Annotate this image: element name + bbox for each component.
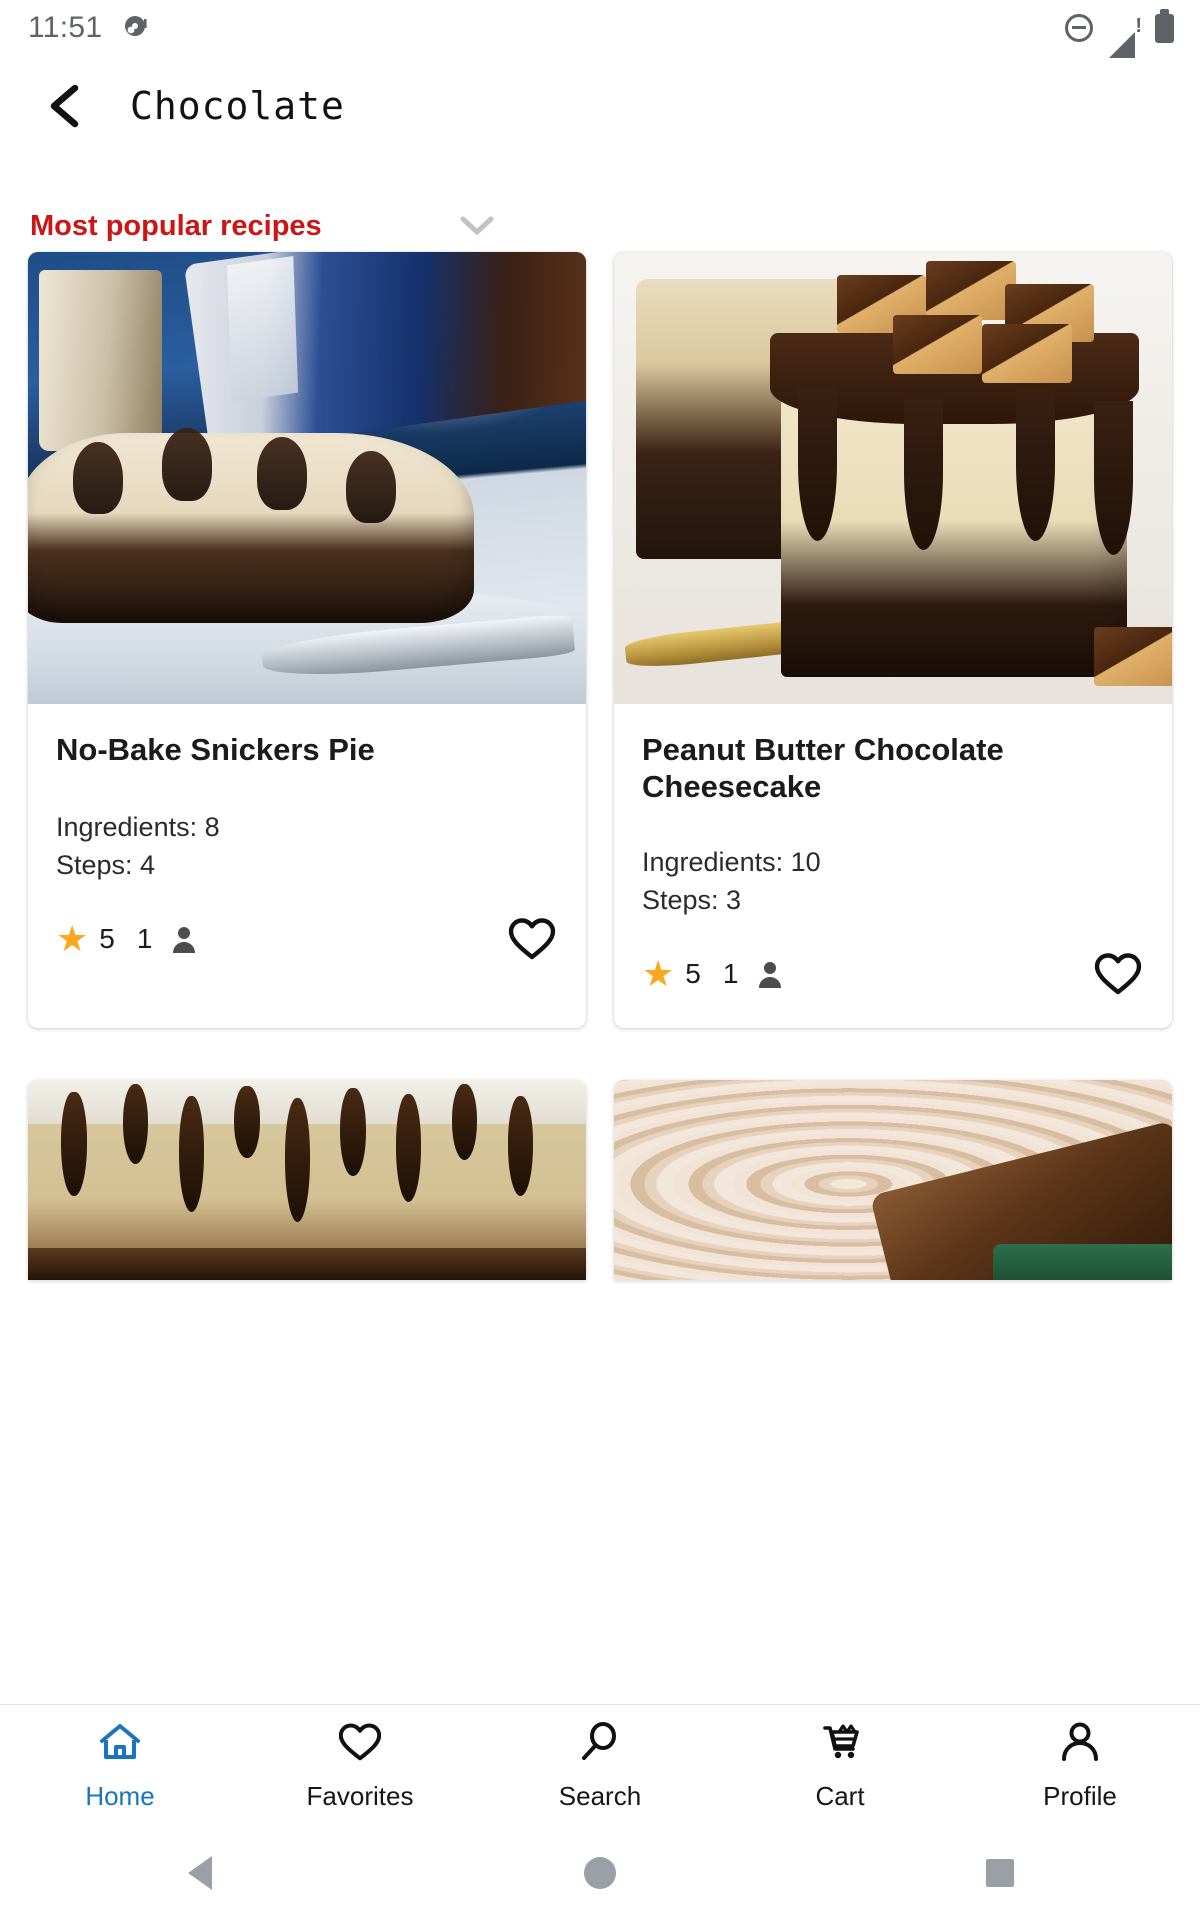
recipe-rating: ★ 5 1 — [642, 952, 784, 994]
section-title: Most popular recipes — [30, 209, 322, 242]
nav-item-favorites[interactable]: Favorites — [240, 1720, 480, 1812]
peanut-butter-cheesecake-photo — [614, 252, 1172, 704]
android-recents-icon[interactable] — [940, 1826, 1060, 1920]
person-icon — [170, 924, 198, 954]
peanut-butter-pie-photo — [28, 1079, 586, 1280]
status-bar-right: ! — [1065, 8, 1174, 58]
cart-icon — [817, 1720, 863, 1769]
bottom-navigation: Home Favorites Search Cart Profile — [0, 1704, 1200, 1826]
nav-label-cart: Cart — [815, 1780, 865, 1811]
recipe-card[interactable] — [614, 1079, 1172, 1280]
nav-item-home[interactable]: Home — [0, 1720, 240, 1812]
chevron-down-icon[interactable] — [450, 199, 504, 253]
page-title: Chocolate — [130, 84, 345, 128]
search-icon — [577, 1720, 623, 1769]
nav-label-search: Search — [558, 1780, 642, 1811]
recipe-ingredients: Ingredients: 10 — [642, 847, 821, 878]
recipe-title: Peanut Butter Chocolate Cheesecake — [642, 732, 1004, 804]
home-icon — [97, 1720, 143, 1769]
status-bar: 11:51 ! — [0, 0, 1200, 58]
star-icon: ★ — [56, 917, 89, 959]
notification-dot-icon — [120, 11, 150, 46]
back-chevron-icon[interactable] — [40, 79, 94, 133]
recipe-rating: ★ 5 1 — [56, 917, 198, 959]
nav-label-favorites: Favorites — [306, 1780, 414, 1811]
recipe-steps: Steps: 3 — [642, 885, 742, 916]
swirl-cheesecake-photo — [614, 1079, 1172, 1280]
recipe-ingredients: Ingredients: 8 — [56, 812, 220, 842]
star-icon: ★ — [642, 952, 675, 994]
app-bar: Chocolate — [0, 56, 1200, 156]
favorite-button[interactable] — [1090, 946, 1146, 1002]
rating-value: 5 — [685, 957, 701, 989]
nav-item-profile[interactable]: Profile — [960, 1720, 1200, 1812]
recipe-card[interactable]: Peanut Butter Chocolate Cheesecake Ingre… — [614, 252, 1172, 1028]
person-icon — [756, 959, 784, 989]
nav-item-cart[interactable]: Cart — [720, 1720, 960, 1812]
recipe-card-footer: ★ 5 1 — [614, 920, 1172, 1028]
section-header: Most popular recipes — [0, 156, 1200, 248]
recipe-card-footer: ★ 5 1 — [28, 885, 586, 993]
recipe-title: No-Bake Snickers Pie — [56, 732, 375, 767]
person-icon — [1057, 1720, 1103, 1769]
recipe-card[interactable] — [28, 1079, 586, 1280]
recipe-grid: No-Bake Snickers Pie Ingredients: 8 Step… — [0, 252, 1200, 1028]
status-clock: 11:51 — [28, 11, 103, 44]
android-home-icon[interactable] — [540, 1826, 660, 1920]
rating-count: 1 — [136, 922, 153, 954]
recipe-grid-row-2 — [0, 1079, 1200, 1280]
rating-count: 1 — [722, 957, 739, 989]
android-system-nav — [0, 1826, 1200, 1920]
heart-outline-icon — [337, 1720, 383, 1769]
status-bar-left: 11:51 — [28, 11, 150, 46]
favorite-button[interactable] — [504, 911, 560, 967]
rating-value: 5 — [99, 922, 115, 954]
nav-label-home: Home — [85, 1780, 155, 1811]
signal-warning-icon: ! — [1109, 15, 1142, 58]
nav-label-profile: Profile — [1043, 1780, 1117, 1811]
nav-item-search[interactable]: Search — [480, 1720, 720, 1812]
snickers-pie-photo — [28, 252, 586, 704]
android-back-icon[interactable] — [140, 1826, 260, 1920]
recipe-card[interactable]: No-Bake Snickers Pie Ingredients: 8 Step… — [28, 252, 586, 1028]
recipe-steps: Steps: 4 — [56, 850, 156, 881]
battery-icon — [1155, 8, 1174, 43]
do-not-disturb-icon — [1065, 14, 1093, 42]
